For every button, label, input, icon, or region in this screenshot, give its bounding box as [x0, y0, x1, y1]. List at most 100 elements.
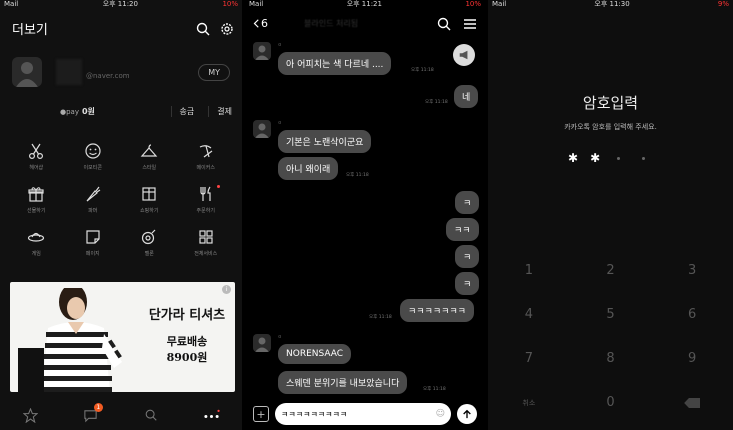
ad-banner[interactable]: 단가라 티셔츠 무료배송 8900원 i — [10, 282, 235, 392]
megaphone-icon[interactable] — [453, 44, 475, 66]
passcode-dot-filled: ✱ — [568, 151, 579, 165]
service-game[interactable]: 게임 — [8, 228, 65, 257]
service-page[interactable]: 페이지 — [65, 228, 122, 257]
message-bubble[interactable]: NORENSAAC — [278, 344, 352, 364]
avatar[interactable] — [253, 334, 271, 352]
message-bubble[interactable]: ㅋㅋ — [446, 218, 479, 241]
service-label: 스타일 — [142, 165, 157, 171]
key-8[interactable]: 8 — [570, 350, 652, 368]
key-2[interactable]: 2 — [570, 262, 652, 280]
search-icon[interactable] — [437, 16, 451, 31]
send-button[interactable] — [457, 404, 477, 424]
service-all[interactable]: 전체서비스 — [178, 228, 235, 257]
status-bar: Mail 오후 11:20 10% — [0, 0, 242, 8]
carrot-icon — [86, 186, 101, 202]
service-emoticon[interactable]: 이모티콘 — [65, 142, 122, 171]
service-label: 주문하기 — [196, 208, 215, 214]
service-style[interactable]: 스타일 — [121, 142, 178, 171]
message-bubble[interactable]: ㅋ — [455, 245, 480, 268]
gift-icon — [28, 187, 44, 202]
sender-name: ㅁ — [278, 120, 282, 125]
key-0[interactable]: 0 — [570, 394, 652, 412]
send-money-button[interactable]: 송금 — [170, 106, 194, 117]
message-bubble[interactable]: 아 어피치는 색 다르네 .... — [278, 52, 392, 75]
message-bubble[interactable]: ㅋ — [455, 191, 480, 214]
cancel-key[interactable]: 취소 — [488, 394, 570, 412]
search-icon[interactable] — [196, 21, 210, 36]
status-time: 오후 11:20 — [102, 0, 138, 8]
tab-friends[interactable] — [18, 405, 42, 425]
service-label: 메이커스 — [196, 165, 215, 171]
service-melon[interactable]: 멜론 — [121, 228, 178, 257]
ad-copy: 단가라 티셔츠 무료배송 8900원 — [142, 304, 232, 365]
chat-input-bar: + ㅋㅋㅋㅋㅋㅋㅋㅋㅋ ☺ — [245, 398, 485, 430]
key-5[interactable]: 5 — [570, 306, 652, 324]
menu-icon[interactable] — [463, 16, 477, 30]
service-shopping[interactable]: 쇼핑하기 — [121, 185, 178, 214]
avatar — [12, 57, 42, 87]
tab-chats[interactable]: 1 — [79, 403, 103, 425]
service-label: 선물하기 — [27, 208, 46, 214]
page-icon — [86, 230, 100, 244]
service-hairshop[interactable]: 헤어샵 — [8, 142, 65, 171]
profile-row[interactable]: @naver.com MY — [12, 54, 234, 90]
status-bar: Mail 오후 11:30 9% — [488, 0, 733, 8]
message-text: 기본은 노랜삭이군요 — [278, 130, 372, 153]
service-label: 헤어샵 — [29, 165, 44, 171]
passcode-subtitle: 카카오톡 암호를 입력해 주세요. — [564, 123, 657, 131]
key-1[interactable]: 1 — [488, 262, 570, 280]
tab-more[interactable] — [200, 405, 224, 425]
message-bubble[interactable]: 기본은 노랜삭이군요 — [278, 130, 372, 153]
key-3[interactable]: 3 — [651, 262, 733, 280]
key-7[interactable]: 7 — [488, 350, 570, 368]
status-time: 오후 11:21 — [346, 0, 382, 8]
avatar[interactable] — [253, 120, 271, 138]
pay-balance[interactable]: 0원 — [82, 106, 95, 117]
search-icon — [145, 409, 157, 421]
message-time: 오후 11:18 — [411, 68, 434, 73]
keypad: 1 2 3 4 5 6 7 8 9 취소 0 — [488, 262, 733, 412]
ad-headline: 단가라 티셔츠 — [148, 308, 226, 323]
delete-key[interactable] — [651, 394, 733, 412]
back-button[interactable]: 6 — [253, 17, 268, 30]
avatar[interactable] — [253, 42, 271, 60]
tab-search[interactable] — [139, 405, 163, 425]
my-button[interactable]: MY — [198, 63, 230, 81]
battery-level: 10% — [465, 0, 481, 8]
ad-info-icon[interactable]: i — [222, 285, 231, 294]
service-order[interactable]: 주문하기 — [178, 185, 235, 214]
service-farmer[interactable]: 파머 — [65, 185, 122, 214]
message-bubble[interactable]: 스웨덴 분위기를 내보았습니다 — [278, 371, 408, 394]
more-header: 더보기 — [12, 18, 234, 38]
gear-icon[interactable] — [220, 21, 234, 35]
attach-plus-icon[interactable]: + — [253, 406, 269, 422]
message-text: 스웨덴 분위기를 내보았습니다 — [278, 371, 408, 394]
service-gift[interactable]: 선물하기 — [8, 185, 65, 214]
message-bubble[interactable]: 네 — [454, 85, 479, 108]
message-bubble[interactable]: 아니 왜이래 — [278, 157, 339, 180]
service-label: 전체서비스 — [194, 251, 218, 257]
service-label: 파머 — [88, 208, 98, 214]
emoji-icon[interactable]: ☺ — [436, 409, 445, 419]
message-bubble[interactable]: ㅋ — [455, 272, 480, 295]
message-input[interactable]: ㅋㅋㅋㅋㅋㅋㅋㅋㅋ ☺ — [275, 403, 451, 425]
sender-name: ㅁ — [278, 42, 282, 47]
key-4[interactable]: 4 — [488, 306, 570, 324]
service-makers[interactable]: 메이커스 — [178, 142, 235, 171]
service-label: 멜론 — [144, 251, 154, 257]
key-6[interactable]: 6 — [651, 306, 733, 324]
passcode-dot-empty — [642, 156, 646, 160]
sender-name: ㅁ — [278, 334, 282, 339]
scissors-icon — [29, 143, 44, 160]
key-9[interactable]: 9 — [651, 350, 733, 368]
more-screen: Mail 오후 11:20 10% 더보기 @naver.com MY ●pay… — [0, 0, 242, 430]
passcode-dot-filled: ✱ — [590, 151, 601, 165]
new-dot — [217, 185, 220, 188]
message-bubble[interactable]: ㅋㅋㅋㅋㅋㅋㅋ — [400, 299, 474, 322]
carrier-label: Mail — [249, 0, 264, 8]
profile-name-blurred — [56, 59, 82, 85]
battery-level: 9% — [717, 0, 729, 8]
message-text: ㅋㅋㅋㅋㅋㅋㅋ — [400, 299, 474, 322]
message-text: ㅋ — [455, 272, 480, 295]
pay-button[interactable]: 결제 — [208, 106, 232, 117]
